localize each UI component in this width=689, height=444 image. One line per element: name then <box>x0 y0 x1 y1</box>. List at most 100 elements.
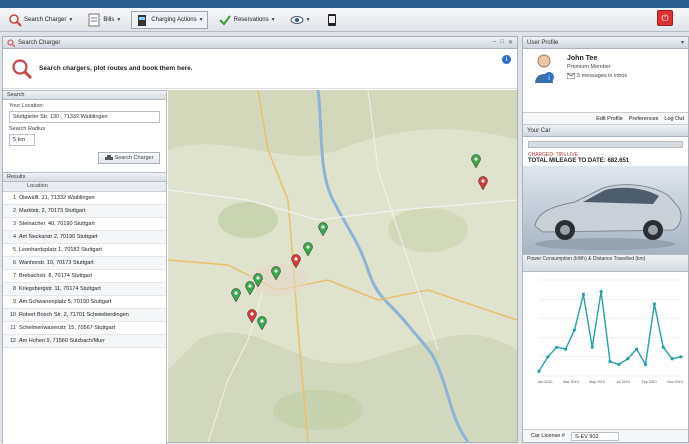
user-profile: i John Tee Premium Member 5 messages in … <box>523 49 688 113</box>
result-number: 12 <box>9 338 16 344</box>
chart-point <box>635 347 639 351</box>
bills-menu[interactable]: Bills ▼ <box>83 11 125 29</box>
chart-series-line <box>538 291 682 372</box>
chart-point <box>564 347 568 351</box>
result-location: Am Schwanenplatz 5, 70190 Stuttgart <box>19 299 112 305</box>
panel-title: Search Charger <box>18 39 61 46</box>
chart-point <box>626 357 630 361</box>
result-location: Olewällt. 21, 71332 Waiblingen <box>19 195 95 201</box>
log-out-link[interactable]: Log Out <box>664 116 684 122</box>
search-charger-panel: Search Charger – □ ✕ Search chargers, pl… <box>2 36 518 444</box>
search-charger-button[interactable]: Search Charger <box>98 152 160 164</box>
bills-icon <box>88 13 100 26</box>
eye-icon <box>290 15 304 24</box>
result-location: Am Neckarstr 2, 70190 Stuttgart <box>19 234 98 240</box>
bills-label: Bills <box>103 16 115 23</box>
result-row[interactable]: 11 Schelmenwasenstr. 15, 70567 Stuttgart <box>3 322 166 335</box>
chevron-down-icon: ▼ <box>270 16 276 23</box>
map-view[interactable] <box>168 90 517 442</box>
map-canvas <box>168 90 517 442</box>
chart-x-tick-label: Mar 2010 <box>563 380 578 384</box>
chevron-down-icon: ▼ <box>198 16 204 23</box>
result-row[interactable]: 4 Am Neckarstr 2, 70190 Stuttgart <box>3 231 166 244</box>
radius-label: Search Radius <box>9 126 46 132</box>
device-button[interactable] <box>321 11 343 29</box>
search-section-title: Search <box>3 90 166 100</box>
search-charger-button-label: Search Charger <box>114 155 154 161</box>
inbox-messages[interactable]: 5 messages in inbox <box>567 73 627 79</box>
power-button[interactable]: ⏻ <box>657 10 673 26</box>
chart-x-tick-label: May 2010 <box>589 380 605 384</box>
result-location: Schelmenwasenstr. 15, 70567 Stuttgart <box>19 325 116 331</box>
result-location: Brebachstr. 8, 70174 Stuttgart <box>19 273 93 279</box>
result-location: Am Hohen 9, 71560 Sulzbach/Murr <box>19 338 105 344</box>
result-number: 3 <box>12 221 16 227</box>
profile-links: Edit Profile Preferences Log Out <box>523 113 688 125</box>
main-toolbar: Search Charger ▼ Bills ▼ Charging Action… <box>0 8 689 32</box>
collapse-icon[interactable]: ▾ <box>681 39 684 46</box>
chart-x-tick-label: Jul 2010 <box>616 380 630 384</box>
inbox-messages-label: 5 messages in inbox <box>577 73 628 79</box>
consumption-chart-svg: Jan 2010 Mar 2010 May 2010 Jul 2010 Sep 2010… <box>537 279 683 384</box>
search-sidebar: Search Your Location: Stuttgarter Str. 1… <box>3 90 167 444</box>
edit-profile-link[interactable]: Edit Profile <box>596 116 623 122</box>
result-row[interactable]: 8 Kriegsbergstr. 11, 70174 Stuttgart <box>3 283 166 296</box>
results-section-title: Results <box>3 172 166 182</box>
reservations-menu[interactable]: Reservations ▼ <box>214 11 280 29</box>
result-number: 8 <box>12 286 16 292</box>
car-license: Car License # S-EV 902 <box>523 429 688 442</box>
charging-icon <box>138 14 147 26</box>
result-row[interactable]: 5 Leonhardsplatz 1, 70182 Stuttgart <box>3 244 166 257</box>
result-row[interactable]: 12 Am Hohen 9, 71560 Sulzbach/Murr <box>3 335 166 348</box>
result-row[interactable]: 10 Robert Bosch Str. 2, 71701 Schwieberdi… <box>3 309 166 322</box>
search-icon <box>9 13 22 27</box>
result-row[interactable]: 6 Wanhorstr. 10, 70173 Stuttgart <box>3 257 166 270</box>
result-location: Steinacher. 40, 70190 Stuttgart <box>19 221 95 227</box>
location-input[interactable]: Stuttgarter Str. 130 , 71332 Waiblingen <box>9 111 160 123</box>
license-label: Car License # <box>531 433 565 439</box>
result-row[interactable]: 1 Olewällt. 21, 71332 Waiblingen <box>3 192 166 205</box>
panel-intro: Search chargers, plot routes and book th… <box>3 49 517 89</box>
result-number: 10 <box>9 312 16 318</box>
result-number: 4 <box>12 234 16 240</box>
mail-icon <box>567 73 575 79</box>
car-photo <box>534 184 682 250</box>
app-top-strip <box>0 0 689 8</box>
right-sidebar: User Profile ▾ i John Tee Premium Member… <box>522 36 689 443</box>
preferences-link[interactable]: Preferences <box>629 116 659 122</box>
chart-point <box>555 345 559 349</box>
chart-point <box>599 289 603 294</box>
results-column-header[interactable]: Location <box>3 182 166 192</box>
result-row[interactable]: 7 Brebachstr. 8, 70174 Stuttgart <box>3 270 166 283</box>
info-icon[interactable]: i <box>502 55 511 64</box>
chart-point <box>608 360 612 364</box>
result-row[interactable]: 3 Steinacher. 40, 70190 Stuttgart <box>3 218 166 231</box>
avatar: i <box>535 54 554 83</box>
close-icon[interactable]: ✕ <box>508 39 513 46</box>
view-options-menu[interactable]: ▼ <box>286 11 315 29</box>
search-charger-label: Search Charger <box>24 16 67 23</box>
total-mileage: TOTAL MILEAGE TO DATE: 682.651 <box>528 158 630 164</box>
maximize-icon[interactable]: □ <box>500 39 504 46</box>
chart-point <box>537 369 541 373</box>
radius-input[interactable]: 5 km <box>9 134 35 146</box>
search-large-icon <box>12 58 33 79</box>
car-header: Your Car <box>523 125 688 137</box>
result-number: 2 <box>12 208 16 214</box>
charging-actions-menu[interactable]: Charging Actions ▼ <box>131 10 208 29</box>
results-list: 1 Olewällt. 21, 71332 Waiblingen 2 Marktstr… <box>3 192 166 348</box>
result-number: 1 <box>12 195 16 201</box>
result-number: 9 <box>12 299 16 305</box>
chart-point <box>590 345 594 349</box>
result-row[interactable]: 2 Marktstr. 2, 70173 Stuttgart <box>3 205 166 218</box>
result-number: 11 <box>10 325 16 331</box>
car-icon <box>104 155 113 160</box>
chart-point <box>546 355 550 359</box>
minimize-icon[interactable]: – <box>493 39 496 46</box>
result-number: 7 <box>12 273 16 279</box>
chart-point <box>652 302 656 306</box>
consumption-chart-title: Power Consumption (kWh) & Distance Trave… <box>523 254 688 272</box>
result-row[interactable]: 9 Am Schwanenplatz 5, 70190 Stuttgart <box>3 296 166 309</box>
search-charger-menu[interactable]: Search Charger ▼ <box>4 11 77 29</box>
profile-header: User Profile ▾ <box>523 37 688 49</box>
